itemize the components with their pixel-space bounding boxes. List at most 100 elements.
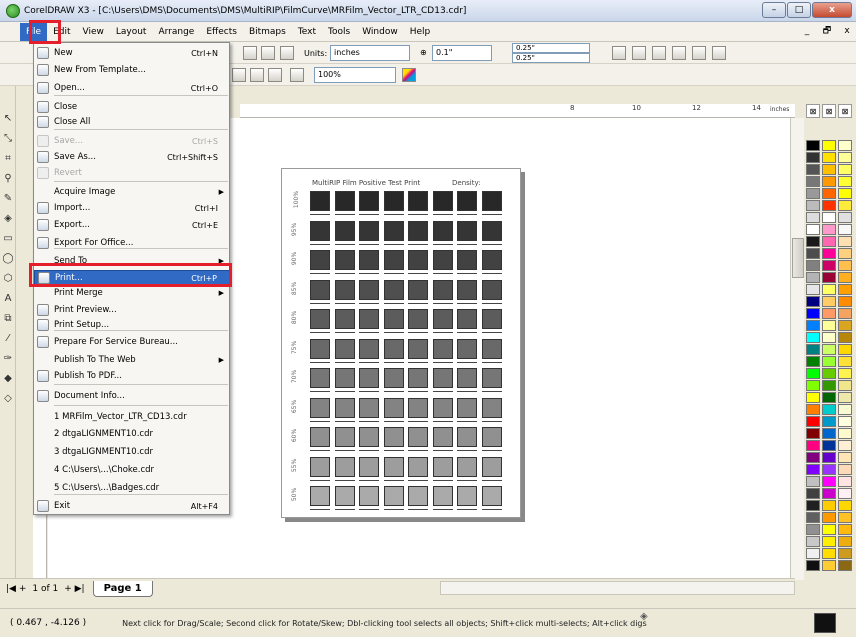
- palette-color-swatch[interactable]: [822, 524, 836, 535]
- density-swatch[interactable]: [481, 397, 502, 418]
- palette-color-swatch[interactable]: [806, 500, 820, 511]
- density-swatch[interactable]: [481, 456, 502, 477]
- file-menu-item[interactable]: New From Template...: [34, 63, 230, 78]
- density-swatch[interactable]: [432, 309, 453, 329]
- nudge-offset-input[interactable]: 0.1": [432, 45, 492, 61]
- palette-color-swatch[interactable]: [838, 380, 852, 391]
- palette-color-swatch[interactable]: [806, 356, 820, 367]
- file-menu-item[interactable]: 3 dtgaLIGNMENT10.cdr: [34, 445, 230, 460]
- density-swatch[interactable]: [359, 279, 379, 300]
- density-swatch[interactable]: [457, 486, 477, 506]
- density-swatch[interactable]: [359, 486, 379, 506]
- density-swatch[interactable]: [383, 279, 404, 300]
- crop-tool-icon[interactable]: ⌗: [2, 152, 14, 166]
- file-menu-item[interactable]: Close All: [34, 115, 230, 130]
- density-swatch[interactable]: [408, 338, 428, 359]
- density-swatch[interactable]: [457, 338, 477, 359]
- density-swatch[interactable]: [334, 279, 355, 300]
- palette-color-swatch[interactable]: [838, 320, 852, 331]
- palette-color-swatch[interactable]: [838, 392, 852, 403]
- freehand-tool-icon[interactable]: ✎: [2, 192, 14, 206]
- palette-color-swatch[interactable]: [838, 272, 852, 283]
- palette-color-swatch[interactable]: [806, 512, 820, 523]
- palette-color-swatch[interactable]: [838, 332, 852, 343]
- palette-color-swatch[interactable]: [838, 140, 852, 151]
- document-page[interactable]: MultiRIP Film Positive Test Print Densit…: [281, 168, 521, 518]
- close-button[interactable]: x: [812, 2, 852, 18]
- palette-color-swatch[interactable]: [806, 200, 820, 211]
- palette-color-swatch[interactable]: [822, 380, 836, 391]
- density-swatch[interactable]: [481, 250, 502, 270]
- density-swatch[interactable]: [310, 397, 330, 418]
- palette-color-swatch[interactable]: [806, 164, 820, 175]
- density-swatch[interactable]: [408, 397, 428, 418]
- palette-color-swatch[interactable]: [838, 404, 852, 415]
- palette-color-swatch[interactable]: [822, 164, 836, 175]
- density-swatch[interactable]: [481, 338, 502, 359]
- palette-color-swatch[interactable]: [822, 140, 836, 151]
- horizontal-scrollbar[interactable]: [440, 581, 795, 595]
- density-swatch[interactable]: [310, 368, 330, 388]
- palette-color-swatch[interactable]: [806, 212, 820, 223]
- fill-tool-icon[interactable]: ◆: [2, 372, 14, 386]
- snap-guidelines-icon[interactable]: [652, 46, 666, 60]
- vertical-scrollbar[interactable]: [790, 118, 804, 580]
- palette-color-swatch[interactable]: [838, 416, 852, 427]
- density-swatch[interactable]: [359, 338, 379, 359]
- palette-color-swatch[interactable]: [822, 464, 836, 475]
- palette-color-swatch[interactable]: [806, 308, 820, 319]
- doc-restore-button[interactable]: 🗗: [818, 23, 836, 39]
- file-menu-item[interactable]: Print Preview...: [34, 303, 230, 318]
- first-page-button[interactable]: |◀ +: [6, 584, 26, 594]
- file-menu-item[interactable]: Acquire Image ▶: [34, 185, 230, 200]
- density-swatch[interactable]: [432, 397, 453, 418]
- palette-color-swatch[interactable]: [822, 308, 836, 319]
- palette-color-swatch[interactable]: [822, 176, 836, 187]
- palette-color-swatch[interactable]: [822, 560, 836, 571]
- ellipse-tool-icon[interactable]: ◯: [2, 252, 14, 266]
- density-swatch[interactable]: [359, 368, 379, 388]
- palette-color-swatch[interactable]: [822, 272, 836, 283]
- palette-color-swatch[interactable]: [822, 212, 836, 223]
- density-swatch[interactable]: [334, 191, 355, 211]
- palette-color-swatch[interactable]: [806, 152, 820, 163]
- doc-close-button[interactable]: x: [838, 23, 856, 39]
- density-swatch[interactable]: [432, 456, 453, 477]
- density-swatch[interactable]: [408, 486, 428, 506]
- palette-color-swatch[interactable]: [838, 536, 852, 547]
- density-swatch[interactable]: [432, 338, 453, 359]
- density-swatch[interactable]: [334, 250, 355, 270]
- outline-tool-icon[interactable]: ✑: [2, 352, 14, 366]
- density-swatch[interactable]: [457, 397, 477, 418]
- palette-color-swatch[interactable]: [838, 452, 852, 463]
- palette-color-swatch[interactable]: [822, 536, 836, 547]
- palette-color-swatch[interactable]: [806, 332, 820, 343]
- all-pages-icon[interactable]: [280, 46, 294, 60]
- export-icon[interactable]: [250, 68, 264, 82]
- density-swatch[interactable]: [408, 368, 428, 388]
- palette-color-swatch[interactable]: [806, 320, 820, 331]
- file-menu-item[interactable]: Print Merge ▶: [34, 286, 230, 301]
- zoom-levels-select[interactable]: 100%: [314, 67, 396, 83]
- density-swatch[interactable]: [432, 220, 453, 241]
- density-swatch[interactable]: [481, 368, 502, 388]
- file-menu-item[interactable]: 2 dtgaLIGNMENT10.cdr: [34, 427, 230, 442]
- file-menu-item[interactable]: Import... Ctrl+I: [34, 201, 230, 216]
- palette-color-swatch[interactable]: [822, 404, 836, 415]
- palette-color-swatch[interactable]: [838, 176, 852, 187]
- palette-color-swatch[interactable]: [806, 272, 820, 283]
- palette-color-swatch[interactable]: [838, 548, 852, 559]
- palette-color-swatch[interactable]: [838, 500, 852, 511]
- shape-tool-icon[interactable]: ⤡: [2, 132, 14, 146]
- rectangle-tool-icon[interactable]: ▭: [2, 232, 14, 246]
- palette-color-swatch[interactable]: [838, 200, 852, 211]
- palette-color-swatch[interactable]: [806, 404, 820, 415]
- palette-color-swatch[interactable]: [822, 356, 836, 367]
- density-swatch[interactable]: [457, 309, 477, 329]
- density-swatch[interactable]: [432, 191, 453, 211]
- density-swatch[interactable]: [481, 220, 502, 241]
- density-swatch[interactable]: [383, 338, 404, 359]
- density-swatch[interactable]: [359, 456, 379, 477]
- palette-color-swatch[interactable]: [822, 500, 836, 511]
- density-swatch[interactable]: [481, 191, 502, 211]
